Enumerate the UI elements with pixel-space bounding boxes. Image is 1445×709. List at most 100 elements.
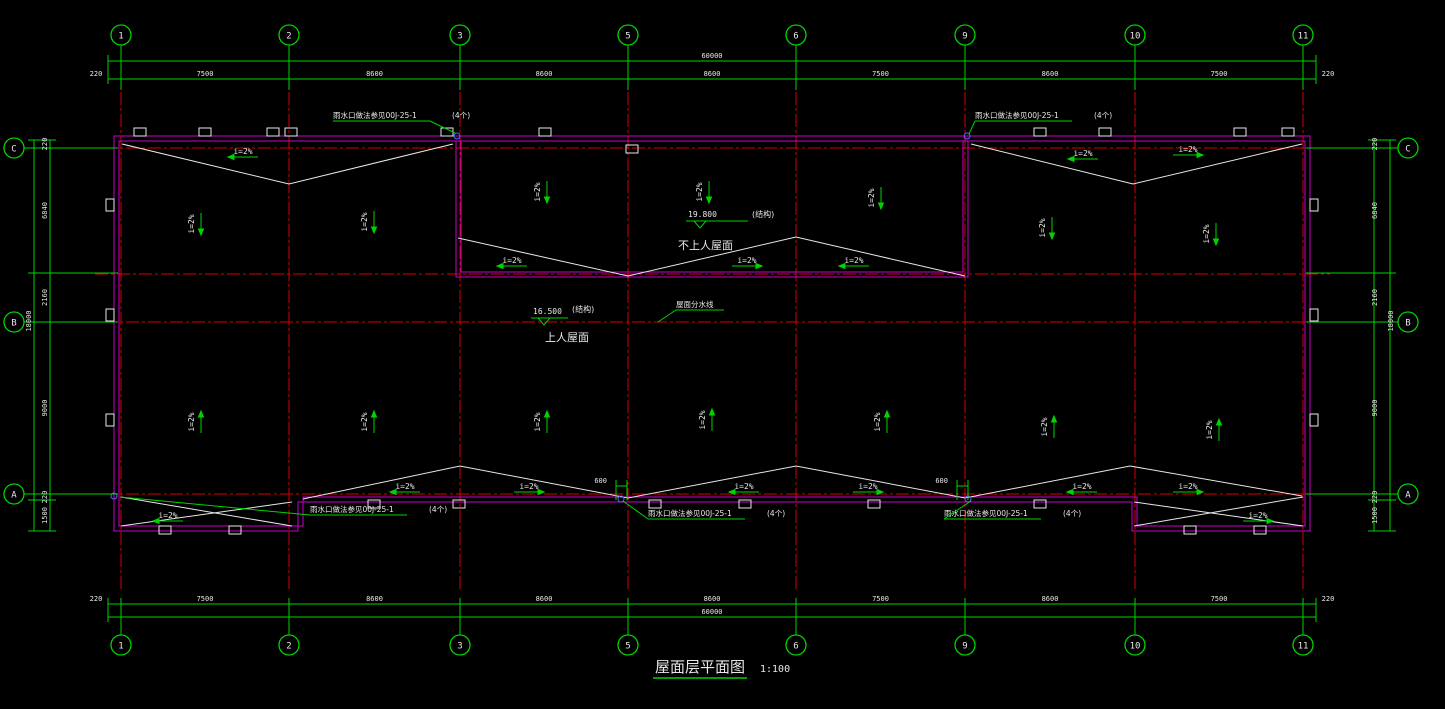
drain-box (159, 526, 171, 534)
grid-bubble-bottom-3-label: 3 (457, 642, 462, 652)
slope-label: i=2% (698, 410, 707, 429)
rain-outlet-qty: (4个) (1063, 509, 1081, 518)
drain-box (1282, 128, 1294, 136)
dim-text-right: 6840 (1371, 202, 1379, 219)
slope-arrowhead (1050, 233, 1055, 239)
drain-box (285, 128, 297, 136)
dim-text-top: 8600 (536, 70, 553, 78)
grid-bubble-left-A-label: A (11, 491, 17, 501)
dim-text-left: 6840 (41, 202, 49, 219)
grid-bubble-right-C-label: C (1405, 145, 1410, 155)
grid-bubble-bottom-6-label: 6 (793, 642, 798, 652)
slope-label: i=2% (395, 482, 414, 491)
slope-label: i=2% (502, 256, 521, 265)
dim-text-top: 7500 (1211, 70, 1228, 78)
slope-label: i=2% (533, 182, 542, 201)
slope-label: i=2% (1178, 482, 1197, 491)
roof-valley-ext-right-1 (1134, 497, 1303, 526)
dim-text-left: 2160 (41, 289, 49, 306)
grid-bubble-top-11-label: 11 (1298, 32, 1309, 42)
slope-arrowhead (372, 227, 377, 233)
grid-bubble-right-B-label: B (1405, 319, 1410, 329)
dim-text-bottom: 8600 (536, 595, 553, 603)
roof-valley-ext-left-1 (121, 497, 292, 526)
slope-arrowhead (199, 229, 204, 235)
drain-box (267, 128, 279, 136)
grid-bubble-right-A-label: A (1405, 491, 1411, 501)
rain-outlet-leader (120, 497, 310, 515)
dim-text-left: 220 (41, 491, 49, 504)
dim-text-top-total: 60000 (701, 52, 722, 60)
dim-text-right: 1500 (1371, 507, 1379, 524)
slope-arrowhead (756, 264, 762, 269)
slope-arrowhead (879, 203, 884, 209)
slope-arrowhead (199, 411, 204, 417)
drain-box (106, 414, 114, 426)
elevation-marker-triangle (694, 221, 706, 228)
slope-label: i=2% (360, 412, 369, 431)
slope-label: i=2% (734, 482, 753, 491)
dim-text-bottom: 220 (90, 595, 103, 603)
drain-box (1310, 309, 1318, 321)
dim-text-right: 220 (1371, 491, 1379, 504)
grid-bubble-top-1-label: 1 (118, 32, 123, 42)
drain-box (1234, 128, 1246, 136)
drain-box (1254, 526, 1266, 534)
slope-label: i=2% (360, 212, 369, 231)
lower-elevation-value: 16.500 (533, 307, 562, 316)
rain-outlet-leader (969, 121, 975, 134)
ridge-label: 屋面分水线 (676, 299, 714, 309)
slope-arrowhead (538, 490, 544, 495)
drain-offset-text: 600 (935, 477, 948, 485)
slope-label: i=2% (1072, 482, 1091, 491)
roof-valley-ext-right-2 (1134, 502, 1303, 526)
grid-bubble-bottom-2-label: 2 (286, 642, 291, 652)
grid-bubble-bottom-1-label: 1 (118, 642, 123, 652)
dim-text-top: 8600 (366, 70, 383, 78)
dim-text-right: 220 (1371, 138, 1379, 151)
rain-outlet-leader (430, 121, 455, 133)
drain-box (453, 500, 465, 508)
dim-text-left: 9000 (41, 400, 49, 417)
slope-label: i=2% (187, 214, 196, 233)
drain-box (1099, 128, 1111, 136)
roof-valley-top-right (971, 144, 1302, 184)
parapet-outline-outer (114, 136, 1310, 531)
drain-box (199, 128, 211, 136)
grid-bubble-top-3-label: 3 (457, 32, 462, 42)
dim-text-top: 7500 (872, 70, 889, 78)
slope-arrowhead (1052, 416, 1057, 422)
slope-label: i=2% (1040, 417, 1049, 436)
grid-bubble-top-10-label: 10 (1130, 32, 1141, 42)
grid-bubble-bottom-10-label: 10 (1130, 642, 1141, 652)
rain-outlet-note: 雨水口做法参见00J-25-1 (648, 508, 732, 518)
rain-outlet-qty: (4个) (767, 509, 785, 518)
rain-outlet-qty: (4个) (452, 111, 470, 120)
drain-box (649, 500, 661, 508)
slope-arrowhead (545, 411, 550, 417)
slope-label: i=2% (1248, 511, 1267, 520)
drain-box (1034, 500, 1046, 508)
upper-roof-label: 不上人屋面 (678, 239, 733, 252)
grid-bubble-top-9-label: 9 (962, 32, 967, 42)
grid-bubble-left-C-label: C (11, 145, 16, 155)
drain-box (106, 309, 114, 321)
slope-label: i=2% (1073, 149, 1092, 158)
drain-box (134, 128, 146, 136)
dim-text-bottom: 8600 (704, 595, 721, 603)
dim-text-top: 8600 (1042, 70, 1059, 78)
rain-outlet-note: 雨水口做法参见00J-25-1 (310, 504, 394, 514)
slope-arrowhead (1267, 519, 1273, 524)
slope-label: i=2% (844, 256, 863, 265)
drain-box (1310, 414, 1318, 426)
slope-label: i=2% (1205, 420, 1214, 439)
dim-text-right-total: 18000 (1387, 310, 1395, 331)
slope-label: i=2% (1178, 145, 1197, 154)
slope-label: i=2% (519, 482, 538, 491)
dim-text-bottom-total: 60000 (701, 608, 722, 616)
rain-outlet-note: 雨水口做法参见00J-25-1 (944, 508, 1028, 518)
drain-box (739, 500, 751, 508)
grid-bubble-bottom-11-label: 11 (1298, 642, 1309, 652)
dim-text-top: 220 (90, 70, 103, 78)
dim-text-right: 9000 (1371, 400, 1379, 417)
